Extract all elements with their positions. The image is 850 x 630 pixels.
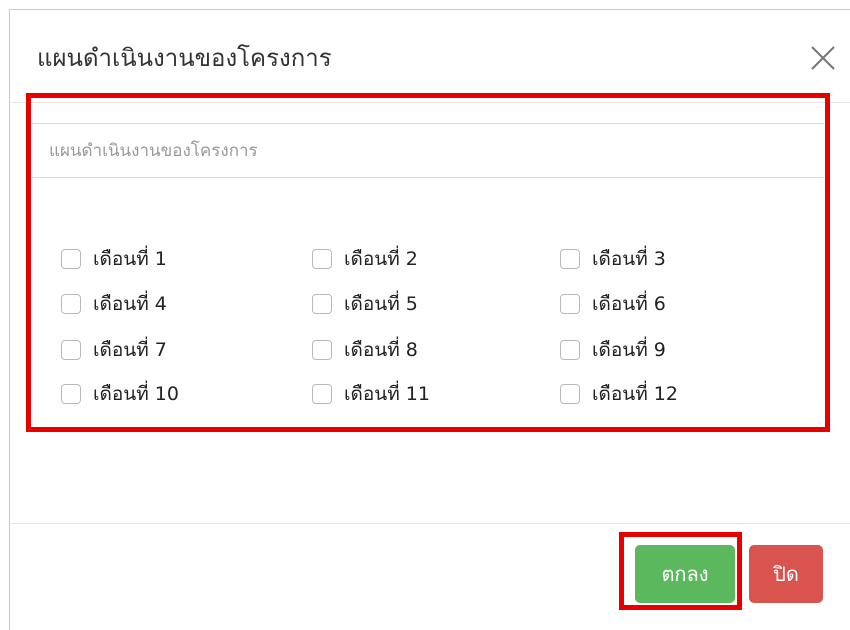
checkbox-box[interactable]	[312, 384, 332, 404]
month-12-checkbox[interactable]: เดือนที่ 12	[560, 381, 678, 407]
checkbox-box[interactable]	[312, 340, 332, 360]
month-label: เดือนที่ 8	[344, 339, 418, 361]
checkbox-box[interactable]	[560, 249, 580, 269]
month-8-checkbox[interactable]: เดือนที่ 8	[312, 337, 418, 363]
month-5-checkbox[interactable]: เดือนที่ 5	[312, 291, 418, 317]
month-label: เดือนที่ 12	[592, 383, 678, 405]
checkbox-box[interactable]	[560, 294, 580, 314]
month-label: เดือนที่ 7	[93, 339, 167, 361]
dialog-header: แผนดำเนินงานของโครงการ	[10, 10, 850, 103]
checkbox-box[interactable]	[61, 384, 81, 404]
month-11-checkbox[interactable]: เดือนที่ 11	[312, 381, 430, 407]
close-dialog-button[interactable]	[805, 40, 841, 76]
month-6-checkbox[interactable]: เดือนที่ 6	[560, 291, 666, 317]
footer-divider	[10, 523, 850, 524]
month-9-checkbox[interactable]: เดือนที่ 9	[560, 337, 666, 363]
checkbox-box[interactable]	[560, 384, 580, 404]
checkbox-box[interactable]	[312, 294, 332, 314]
month-label: เดือนที่ 4	[93, 293, 167, 315]
month-1-checkbox[interactable]: เดือนที่ 1	[61, 246, 167, 272]
month-label: เดือนที่ 3	[592, 248, 666, 270]
dialog-title: แผนดำเนินงานของโครงการ	[37, 44, 332, 72]
checkbox-box[interactable]	[61, 340, 81, 360]
checkbox-box[interactable]	[312, 249, 332, 269]
month-label: เดือนที่ 5	[344, 293, 418, 315]
month-label: เดือนที่ 1	[93, 248, 167, 270]
checkbox-box[interactable]	[61, 249, 81, 269]
checkbox-box[interactable]	[560, 340, 580, 360]
checkbox-box[interactable]	[61, 294, 81, 314]
month-4-checkbox[interactable]: เดือนที่ 4	[61, 291, 167, 317]
month-label: เดือนที่ 2	[344, 248, 418, 270]
month-7-checkbox[interactable]: เดือนที่ 7	[61, 337, 167, 363]
month-3-checkbox[interactable]: เดือนที่ 3	[560, 246, 666, 272]
project-plan-input[interactable]	[32, 123, 824, 178]
month-label: เดือนที่ 10	[93, 383, 179, 405]
month-label: เดือนที่ 9	[592, 339, 666, 361]
month-10-checkbox[interactable]: เดือนที่ 10	[61, 381, 179, 407]
close-icon	[811, 46, 835, 70]
month-label: เดือนที่ 6	[592, 293, 666, 315]
month-label: เดือนที่ 11	[344, 383, 430, 405]
close-button[interactable]: ปิด	[749, 545, 823, 603]
ok-button[interactable]: ตกลง	[635, 545, 735, 603]
month-2-checkbox[interactable]: เดือนที่ 2	[312, 246, 418, 272]
